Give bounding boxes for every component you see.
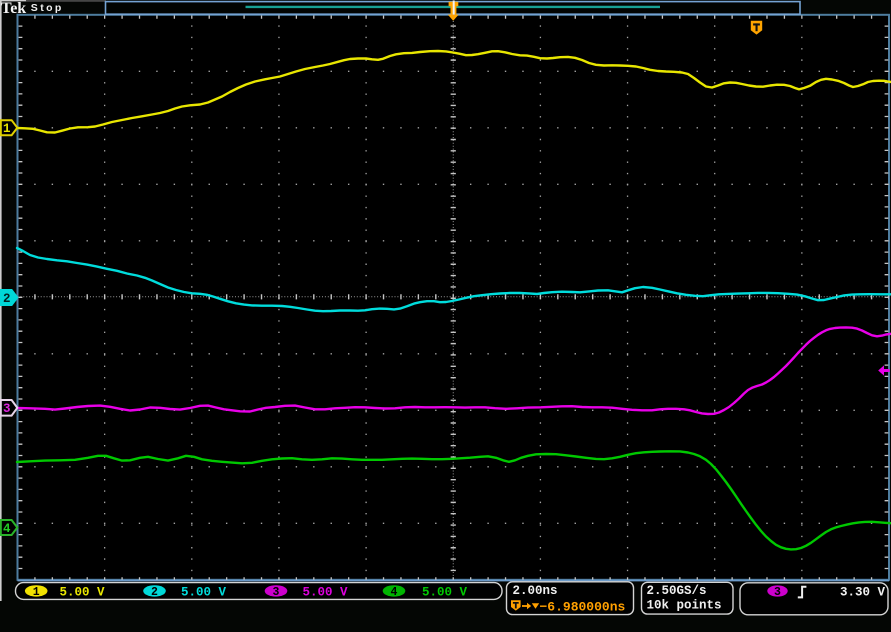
svg-text:Stop: Stop [31,2,64,14]
svg-text:5.00 V: 5.00 V [181,585,227,599]
svg-text:2.00ns: 2.00ns [513,584,558,598]
svg-text:1: 1 [3,122,11,136]
svg-text:3: 3 [3,402,11,416]
svg-text:4: 4 [3,522,11,536]
svg-text:3.30 V: 3.30 V [840,585,886,599]
svg-text:2.50GS/s: 2.50GS/s [647,584,707,598]
svg-text:4: 4 [391,586,398,599]
svg-text:Tek: Tek [1,0,26,17]
svg-text:2: 2 [3,292,11,306]
svg-text:1: 1 [33,586,40,599]
svg-text:2: 2 [151,586,158,599]
svg-text:3: 3 [774,586,781,599]
svg-text:10k points: 10k points [647,598,722,612]
svg-text:−6.980000ns: −6.980000ns [540,600,626,615]
svg-text:5.00 V: 5.00 V [60,585,106,599]
svg-text:3: 3 [273,586,280,599]
svg-text:5.00 V: 5.00 V [422,585,468,599]
svg-text:5.00 V: 5.00 V [303,585,349,599]
